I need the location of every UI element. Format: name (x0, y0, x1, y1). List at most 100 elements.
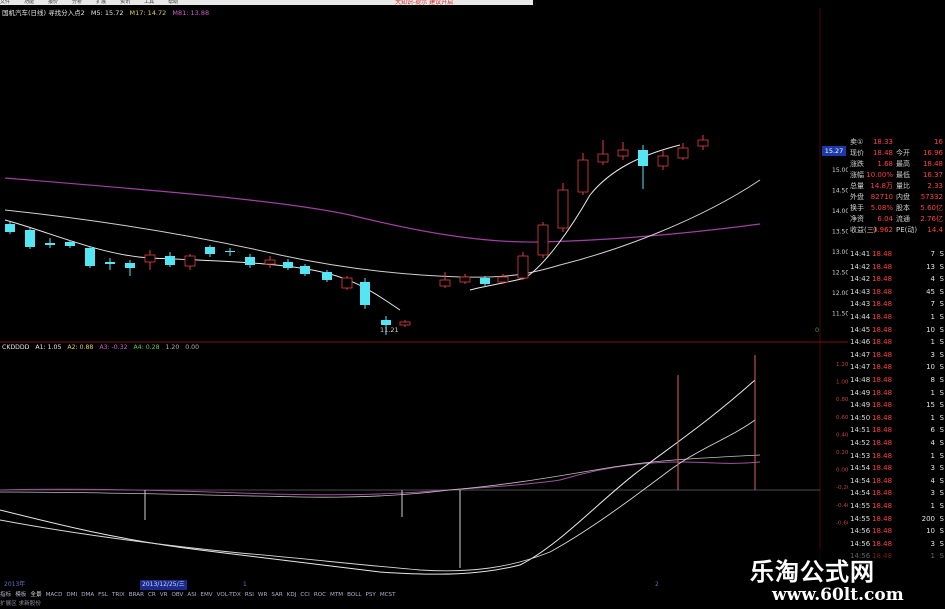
indicator-tab[interactable]: ROC (314, 592, 326, 598)
quote-k2: 股本 (896, 204, 910, 212)
tick-s: S (939, 527, 944, 536)
indicator-tab[interactable]: RSI (245, 592, 254, 598)
candle-body (677, 147, 689, 159)
price-tick-label: 13.00 (832, 249, 848, 256)
indicator-tab[interactable]: EMV (200, 592, 212, 598)
tick-q: 4 (930, 275, 935, 284)
indicator-tab[interactable]: CR (148, 592, 156, 598)
indicator-tab[interactable]: WR (258, 592, 267, 598)
quote-v1: 82710 (870, 193, 893, 201)
indicator-tab[interactable]: KDJ (287, 592, 297, 598)
tick-t: 14:54 (850, 489, 871, 498)
candle-body (184, 255, 196, 267)
tick-q: 1 (930, 388, 935, 397)
price-tick-label: 12.00 (832, 290, 848, 297)
tick-t: 14:43 (850, 287, 871, 296)
date-cursor: 2013/12/25/三 (140, 580, 187, 590)
date-mark-2: 2 (655, 581, 659, 588)
indicator-line-a2 (0, 419, 756, 572)
candle-body (25, 230, 35, 247)
tick-s: S (939, 464, 944, 473)
candle-body (517, 255, 529, 279)
tick-row: 14:45 18.48 10 S (848, 324, 945, 337)
tick-s: S (939, 388, 944, 397)
quote-row: 卖① 18.33 16 (848, 137, 945, 148)
indicator-tab[interactable]: SAR (271, 592, 282, 598)
tick-q: 10 (926, 325, 935, 334)
indicator-line-a4 (0, 454, 761, 498)
tick-t: 14:47 (850, 363, 871, 372)
candle-body (283, 262, 293, 268)
zero-marker: 0 (815, 326, 820, 334)
candle-body (322, 272, 332, 280)
indicator-tab[interactable]: ASI (187, 592, 196, 598)
tick-t: 14:54 (850, 476, 871, 485)
quote-row: 总量 14.8万 量比 2.33 (848, 181, 945, 192)
indicator-tab[interactable]: TRIX (112, 592, 125, 598)
tick-s: S (939, 300, 944, 309)
indicator-tab[interactable]: MACD (46, 592, 63, 598)
date-left: 2013年 (4, 581, 26, 588)
tick-p: 18.48 (872, 363, 893, 372)
indicator-tick-label: 0.60 (836, 415, 848, 421)
tick-q: 3 (930, 464, 935, 473)
candle-body (537, 224, 549, 256)
tick-s: S (939, 262, 944, 271)
indicator-tab[interactable]: OBV (171, 592, 183, 598)
indicator-tab[interactable]: MTM (330, 592, 343, 598)
tick-s: S (939, 502, 944, 510)
tick-p: 18.48 (872, 325, 893, 334)
indicator-tab[interactable]: 指标 (0, 592, 11, 598)
quote-v1: 14.8万 (870, 182, 893, 190)
legend-a4: A4: 0.28 (133, 344, 160, 351)
quote-k2: 最高 (896, 160, 910, 168)
quote-panel[interactable]: 卖① 18.33 16 现价 18.48 今开 16.96 涨跌 1.68 最高 18.48 涨幅 10… (848, 137, 945, 592)
stock-chart[interactable]: 15.00 14.50 14.00 13.50 13.00 12.50 12.00 11.50… (0, 0, 848, 580)
tick-q: 45 (926, 287, 935, 296)
indicator-tab[interactable]: 模板 (15, 592, 26, 598)
tick-row: 14:41 18.48 7 S (848, 248, 945, 261)
indicator-tab[interactable]: 全景 (30, 592, 41, 598)
candle-body (65, 242, 75, 246)
quote-v2: 16.96 (922, 149, 943, 157)
indicator-tab[interactable]: DMA (81, 592, 94, 598)
candlesticks (5, 135, 709, 335)
quote-k: 净资 (850, 215, 864, 223)
date-mark-1: 1 (243, 581, 247, 588)
quote-row: 换手 5.08% 股本 5.60亿 (848, 203, 945, 214)
quote-v2: 16 (934, 138, 943, 146)
tick-t: 14:49 (850, 401, 871, 410)
tick-t: 14:43 (850, 300, 871, 309)
ma81-line (4, 177, 761, 243)
indicator-tab[interactable]: DMI (66, 592, 77, 598)
candle-body (399, 321, 411, 326)
tick-row: 14:54 18.48 4 S (848, 475, 945, 488)
indicator-tab[interactable]: FSL (98, 592, 108, 598)
candle-body (245, 257, 255, 265)
indicator-tab[interactable]: PSY (365, 592, 375, 598)
candle-body (497, 276, 509, 283)
tick-s: S (939, 363, 944, 372)
quote-row: 收益(三) 0.962 PE(动) 14.4 (848, 225, 945, 236)
indicator-tab[interactable]: MCST (380, 592, 396, 598)
candle-body (657, 155, 669, 167)
tick-s: S (939, 426, 944, 435)
indicator-tab[interactable]: VR (160, 592, 168, 598)
tick-q: 6 (930, 426, 935, 435)
indicator-tick-label: 1.00 (836, 380, 848, 386)
indicator-tab[interactable]: BRAR (129, 592, 144, 598)
candle-body (697, 139, 709, 147)
candle-body (617, 149, 629, 157)
indicator-tabs[interactable]: 指标 模板 全景 MACD DMI DMA FSL TRIX BRAR CR VR OBV ASI EMV… (0, 590, 760, 600)
candle-body (459, 276, 471, 283)
tick-p: 18.48 (872, 388, 893, 397)
tick-row: 14:55 18.48 200 S (848, 513, 945, 526)
candle-body (85, 248, 95, 266)
watermark-url: www.60lt.com (772, 585, 904, 605)
indicator-tab[interactable]: VOL-TDX (217, 592, 241, 598)
indicator-tab[interactable]: BOLL (347, 592, 361, 598)
indicator-name: CKDDDD (2, 344, 30, 351)
tick-p: 18.48 (872, 350, 893, 359)
indicator-tab[interactable]: CCI (300, 592, 309, 598)
indicator-tick-label: -0.60 (836, 520, 848, 526)
